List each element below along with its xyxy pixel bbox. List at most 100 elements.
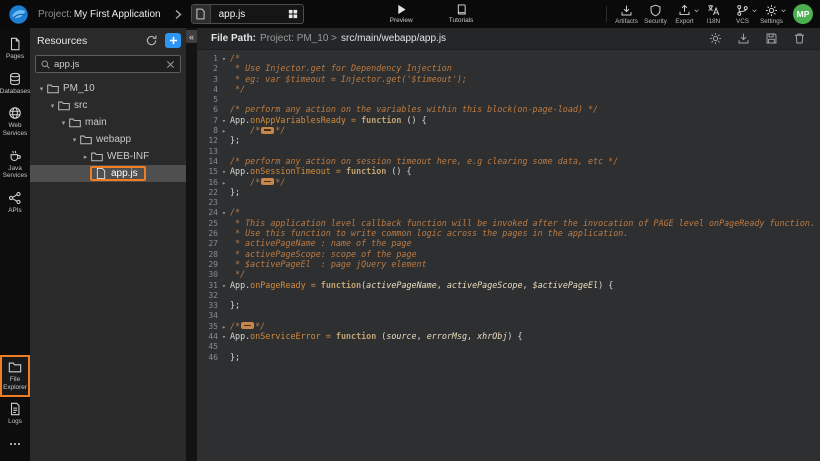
add-resource-button[interactable] xyxy=(165,33,181,48)
code-line-45: 45 xyxy=(197,341,820,351)
collapse-panel-button[interactable]: « xyxy=(186,30,197,43)
line-number: 46 xyxy=(197,353,218,363)
project-label: Project: xyxy=(38,9,72,20)
folder-icon xyxy=(91,151,103,162)
gear-icon[interactable] xyxy=(709,32,722,45)
topbar-action-label: Settings xyxy=(760,18,783,25)
trash-icon[interactable] xyxy=(793,32,806,45)
code-line-22: 22}; xyxy=(197,187,820,197)
file-icon xyxy=(192,5,211,23)
tutorials-button[interactable]: Tutorials xyxy=(449,4,474,24)
sidebar-bottom-group: File Explorer Logs xyxy=(0,355,30,457)
tree-item-label: WEB-INF xyxy=(107,151,149,162)
code-line-6: 6/* perform any action on the variables … xyxy=(197,104,820,114)
chevron-down-icon[interactable]: ▾ xyxy=(70,136,79,144)
code-line-16: 16▸ /**/ xyxy=(197,177,820,187)
search-icon xyxy=(41,60,50,69)
chevron-down-icon[interactable]: ▾ xyxy=(59,119,68,127)
tree-item-main[interactable]: ▾main xyxy=(30,114,186,131)
code-line-34: 34 xyxy=(197,310,820,320)
tree-item-pm-10[interactable]: ▾ PM_10 xyxy=(30,80,186,97)
refresh-icon[interactable] xyxy=(146,35,157,46)
resources-panel: Resources ▾PM_10▾src▾main▾webapp▸WEB-INF… xyxy=(30,28,186,461)
chevron-down-icon[interactable]: ▾ xyxy=(37,85,46,93)
chevron-right-icon xyxy=(174,9,183,20)
chevron-down-icon[interactable]: ▾ xyxy=(48,102,57,110)
tree-item-web-inf[interactable]: ▸ WEB-INF xyxy=(30,148,186,165)
save-icon[interactable] xyxy=(765,32,778,45)
topbar-action-i18n[interactable]: I18N xyxy=(699,4,728,25)
code-line-2: 2 * Use Injector.get for Dependency Inje… xyxy=(197,63,820,73)
code-line-12: 12}; xyxy=(197,135,820,145)
file-tab[interactable]: app.js xyxy=(191,4,304,24)
code-line-24: 24▾/* xyxy=(197,207,820,217)
folded-code-widget[interactable] xyxy=(241,322,254,329)
book-icon xyxy=(456,4,467,15)
i18n-icon xyxy=(707,4,720,17)
topbar-action-label: Artifacts xyxy=(615,18,638,25)
ide-window: Project: My First Application app.js Pre… xyxy=(0,0,820,461)
code-line-33: 33}; xyxy=(197,300,820,310)
tree-item-webapp[interactable]: ▾ webapp xyxy=(30,131,186,148)
more-icon xyxy=(8,437,22,451)
resources-title: Resources xyxy=(37,35,146,47)
topbar-action-security[interactable]: Security xyxy=(641,4,670,25)
code-line-31: 31▾App.onPageReady = function(activePage… xyxy=(197,280,820,290)
preview-label: Preview xyxy=(390,17,413,24)
grid-menu-icon[interactable] xyxy=(288,9,298,19)
download-icon[interactable] xyxy=(737,32,750,45)
chevron-right-icon[interactable]: ▸ xyxy=(81,153,90,161)
folded-code-widget[interactable] xyxy=(261,178,274,185)
sidebar-item-file-explorer[interactable]: File Explorer xyxy=(0,355,30,397)
topbar-action-label: Security xyxy=(644,18,667,25)
sidebar-item-pages[interactable]: Pages xyxy=(0,32,30,67)
sidebar-item-more[interactable] xyxy=(0,432,30,457)
topbar-action-export[interactable]: Export xyxy=(670,4,699,25)
file-path-project: Project: PM_10 > xyxy=(260,33,337,44)
sidebar-item-label: Databases xyxy=(0,88,30,96)
sidebar-item-logs[interactable]: Logs xyxy=(0,397,30,432)
sidebar-item-label: File Explorer xyxy=(0,376,30,391)
clear-search-icon[interactable] xyxy=(166,60,175,69)
user-avatar[interactable]: MP xyxy=(793,4,813,24)
code-line-30: 30 */ xyxy=(197,269,820,279)
topbar: Project: My First Application app.js Pre… xyxy=(0,0,820,28)
project-breadcrumb[interactable]: Project: My First Application xyxy=(38,9,161,20)
file-path-value: src/main/webapp/app.js xyxy=(341,33,446,44)
tree-item-label: PM_10 xyxy=(63,83,95,94)
chevron-down-icon xyxy=(781,9,786,13)
code-line-15: 15▾App.onSessionTimeout = function () { xyxy=(197,166,820,176)
topbar-action-settings[interactable]: Settings xyxy=(757,4,786,25)
topbar-action-label: I18N xyxy=(707,18,720,25)
sidebar-item-web-services[interactable]: Web Services xyxy=(0,101,30,143)
file-tree: ▾PM_10▾src▾main▾webapp▸WEB-INFapp.js xyxy=(30,80,186,461)
sidebar-item-java-services[interactable]: Java Services xyxy=(0,144,30,186)
code-line-14: 14/* perform any action on session timeo… xyxy=(197,156,820,166)
topbar-action-vcs[interactable]: VCS xyxy=(728,4,757,25)
line-number: 30 xyxy=(197,270,218,280)
file-icon xyxy=(95,168,107,179)
main-area: Pages Databases Web ServicesJava Services A… xyxy=(0,28,820,461)
topbar-action-artifacts[interactable]: Artifacts xyxy=(612,4,641,25)
left-icon-sidebar: Pages Databases Web ServicesJava Services A… xyxy=(0,28,30,461)
tree-item-label: webapp xyxy=(96,134,131,145)
code-area[interactable]: 1▾/*2 * Use Injector.get for Dependency … xyxy=(197,50,820,461)
sidebar-item-databases[interactable]: Databases xyxy=(0,67,30,102)
file-explorer-icon xyxy=(8,360,22,374)
sidebar-item-label: APIs xyxy=(8,207,22,215)
tree-item-label: src xyxy=(74,100,87,111)
annotation-highlight: app.js xyxy=(90,166,146,181)
settings-icon xyxy=(765,4,778,17)
code-line-29: 29 * $activePageEl : page jQuery element xyxy=(197,259,820,269)
code-line-46: 46}; xyxy=(197,352,820,362)
code-line-7: 7▾App.onAppVariablesReady = function () … xyxy=(197,115,820,125)
tree-item-app-js[interactable]: app.js xyxy=(30,165,186,182)
app-logo-icon[interactable] xyxy=(8,4,29,25)
search-input[interactable] xyxy=(54,59,162,70)
code-line-8: 8▸ /**/ xyxy=(197,125,820,135)
folded-code-widget[interactable] xyxy=(261,127,274,134)
preview-button[interactable]: Preview xyxy=(390,4,413,24)
tree-item-src[interactable]: ▾ src xyxy=(30,97,186,114)
tree-item-label: app.js xyxy=(111,168,138,179)
sidebar-item-apis[interactable]: APIs xyxy=(0,186,30,221)
